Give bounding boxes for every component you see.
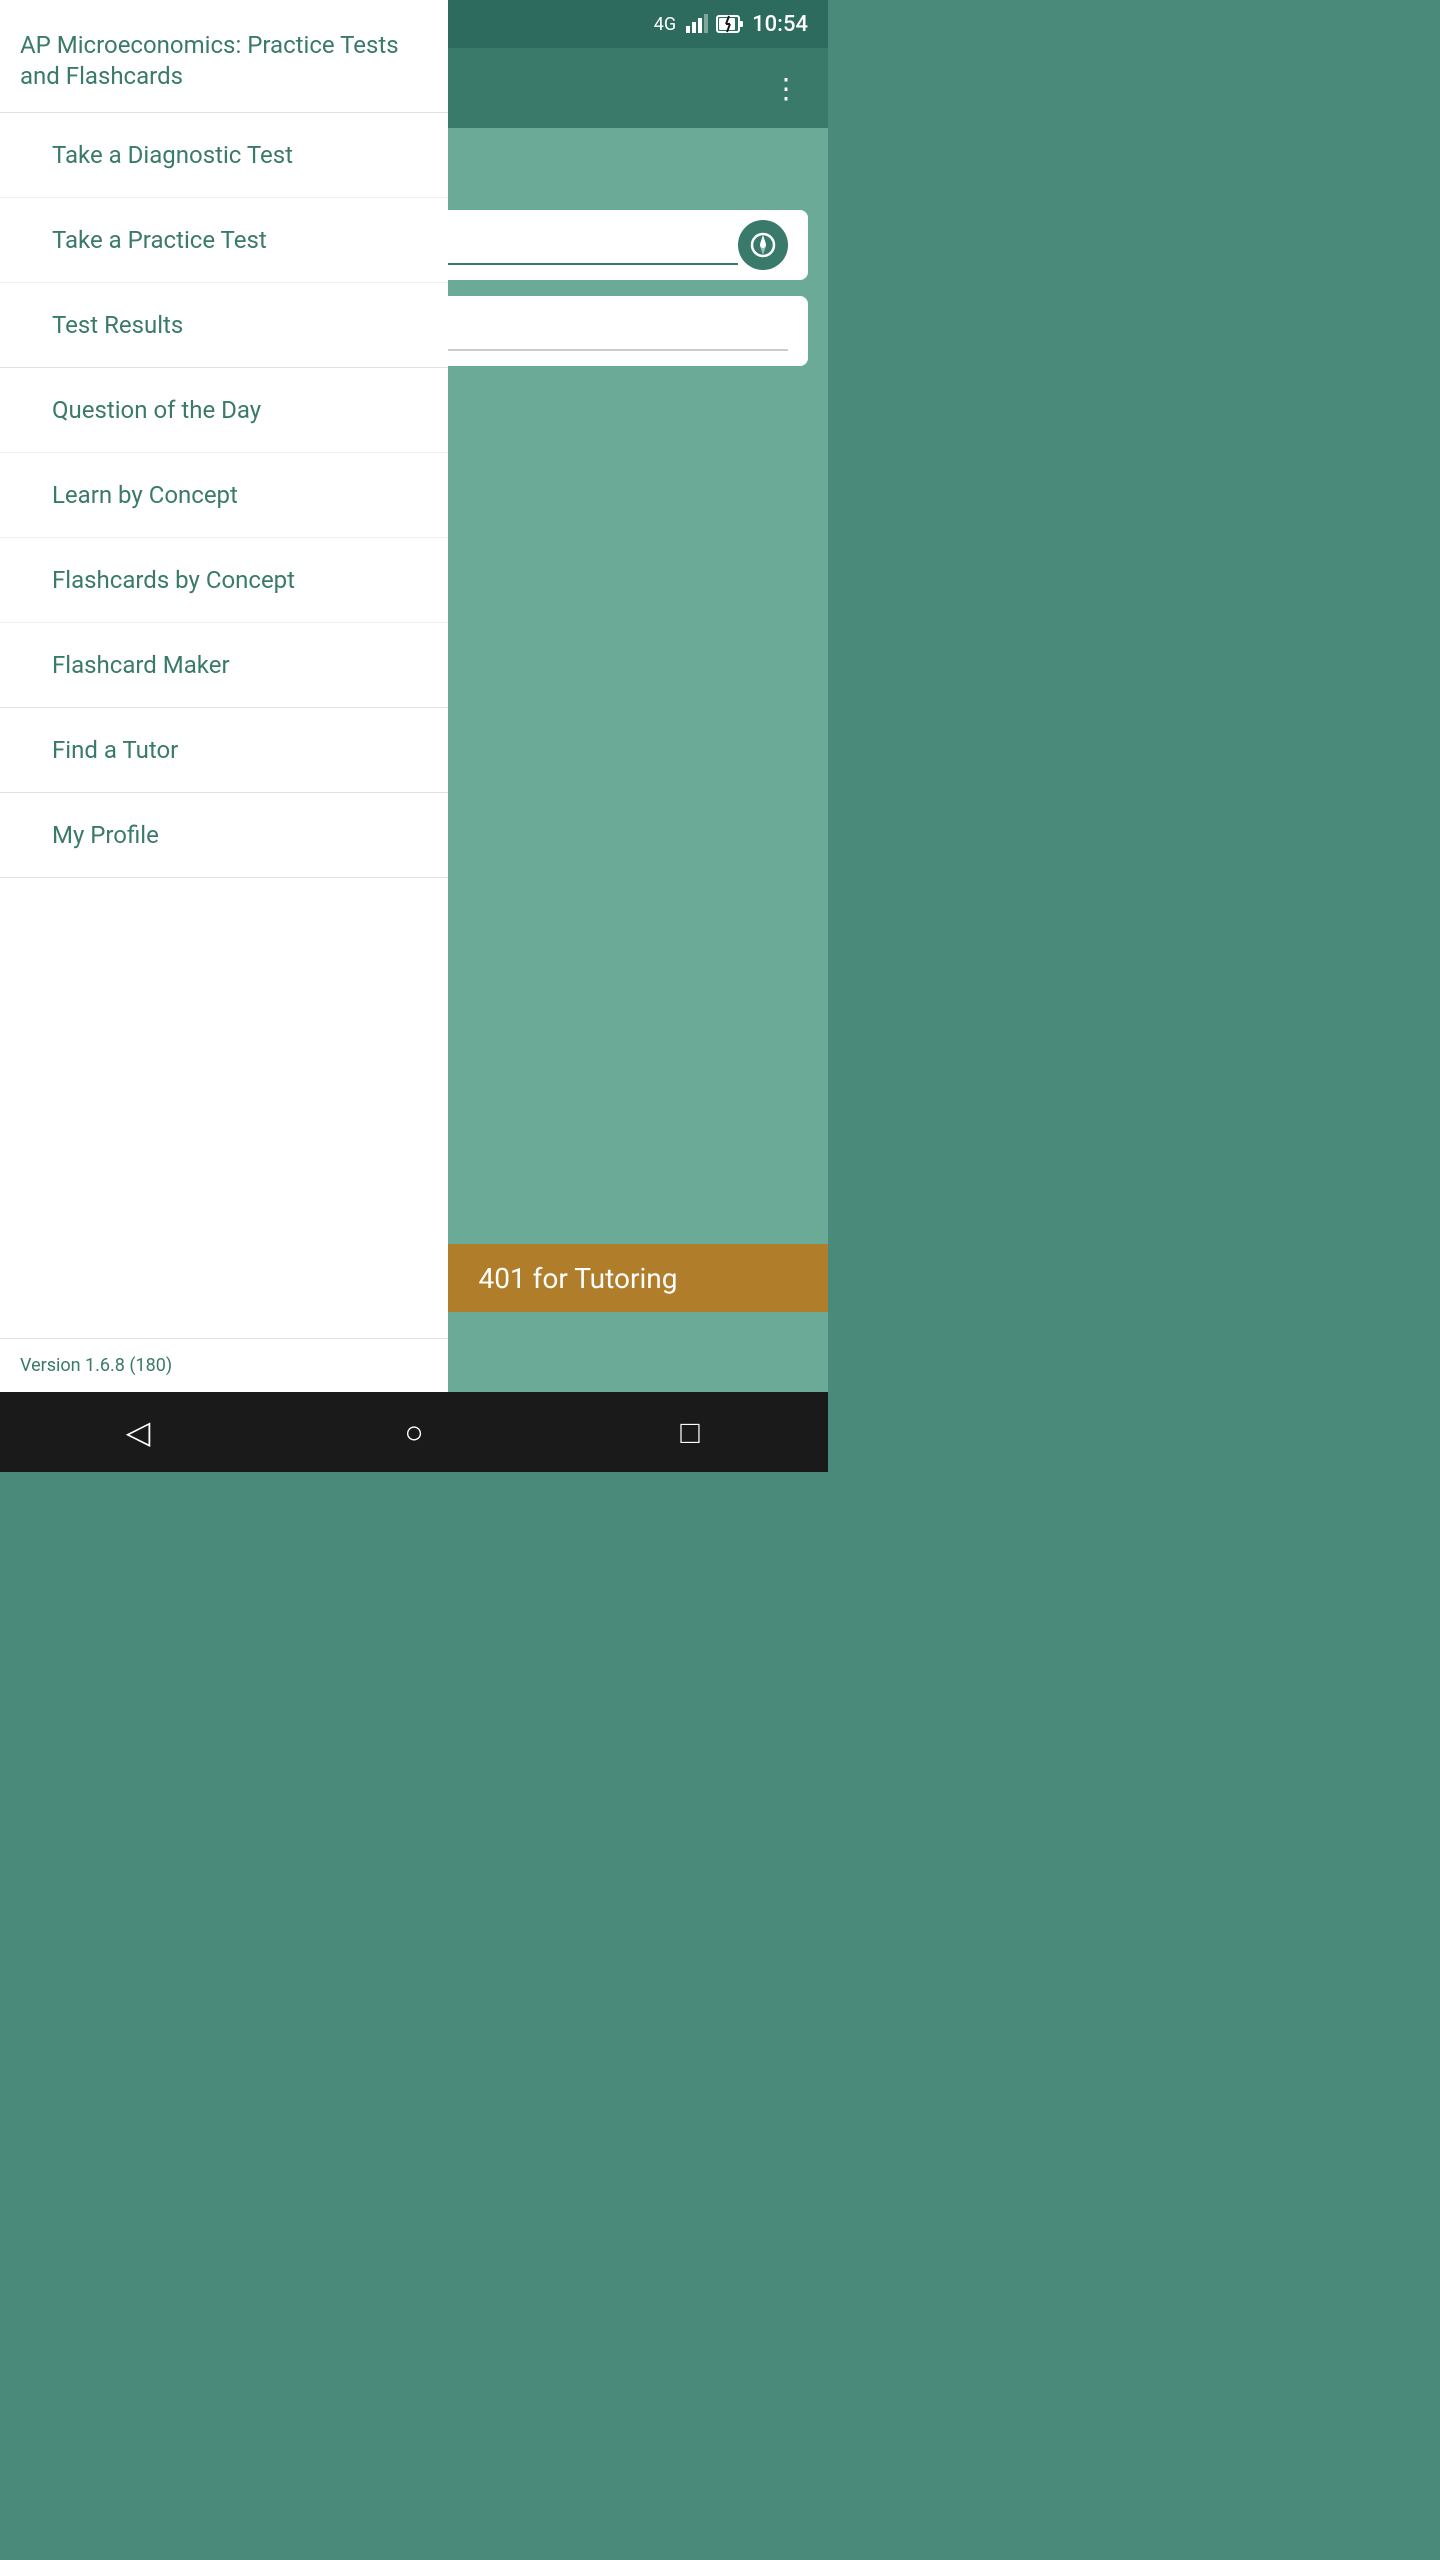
drawer-header-text: AP Microeconomics: Practice Tests and Fl… xyxy=(20,31,399,90)
status-icons: 4G 10:54 xyxy=(654,12,808,37)
version-text: Version 1.6.8 (180) xyxy=(20,1355,172,1376)
compass-icon[interactable] xyxy=(738,220,788,270)
drawer-item-test-results[interactable]: Test Results xyxy=(0,283,448,367)
drawer-item-my-profile[interactable]: My Profile xyxy=(0,793,448,877)
drawer-section-profile: My Profile xyxy=(0,793,448,878)
nav-home-button[interactable]: ○ xyxy=(384,1402,444,1462)
signal-icon: 4G xyxy=(654,14,676,35)
navigation-bar: ◁ ○ □ xyxy=(0,1392,828,1472)
signal-bars-icon xyxy=(684,12,708,36)
banner-text: 401 for Tutoring xyxy=(479,1262,678,1295)
side-drawer: AP Microeconomics: Practice Tests and Fl… xyxy=(0,0,448,1392)
drawer-section-tests: Take a Diagnostic Test Take a Practice T… xyxy=(0,113,448,368)
nav-recents-button[interactable]: □ xyxy=(660,1402,720,1462)
battery-icon xyxy=(716,12,744,36)
drawer-section-tutor: Find a Tutor xyxy=(0,708,448,793)
drawer-item-find-a-tutor[interactable]: Find a Tutor xyxy=(0,708,448,792)
drawer-item-diagnostic-test[interactable]: Take a Diagnostic Test xyxy=(0,113,448,198)
drawer-header: AP Microeconomics: Practice Tests and Fl… xyxy=(0,0,448,113)
drawer-section-study: Question of the Day Learn by Concept Fla… xyxy=(0,368,448,708)
overflow-menu-button[interactable]: ⋮ xyxy=(764,64,808,113)
drawer-item-flashcard-maker[interactable]: Flashcard Maker xyxy=(0,623,448,707)
time-display: 10:54 xyxy=(752,12,808,37)
nav-back-button[interactable]: ◁ xyxy=(108,1402,168,1462)
drawer-item-learn-by-concept[interactable]: Learn by Concept xyxy=(0,453,448,538)
drawer-item-practice-test[interactable]: Take a Practice Test xyxy=(0,198,448,283)
drawer-version: Version 1.6.8 (180) xyxy=(0,1338,448,1392)
drawer-item-question-of-the-day[interactable]: Question of the Day xyxy=(0,368,448,453)
drawer-item-flashcards-by-concept[interactable]: Flashcards by Concept xyxy=(0,538,448,623)
